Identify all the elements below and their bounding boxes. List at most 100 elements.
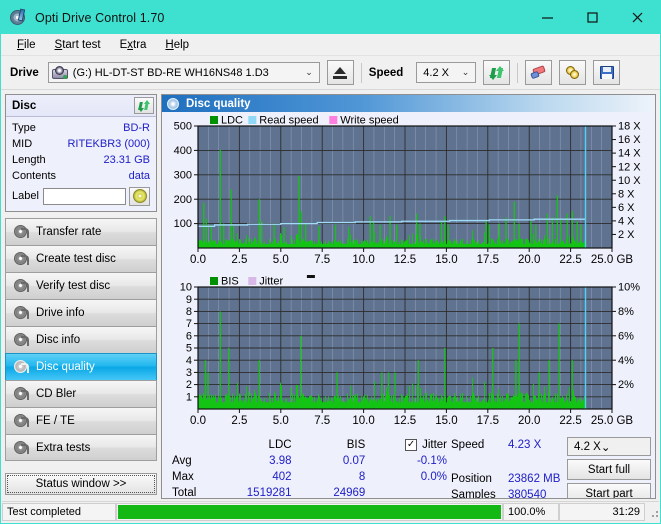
sidebar-item-label: Disc info: [36, 334, 81, 346]
stats-right: Speed 4.23 X Position 23862 MB Samples 3…: [451, 437, 651, 499]
status-bar: Test completed 100.0% 31:29: [2, 501, 659, 522]
test-speed-select[interactable]: 4.2 X ⌄: [567, 437, 651, 456]
svg-text:18 X: 18 X: [618, 121, 641, 133]
jitter-checkbox[interactable]: ✓: [405, 439, 418, 451]
settings-button[interactable]: [559, 60, 587, 85]
svg-text:7.5: 7.5: [314, 254, 330, 266]
app-window: Opti Drive Control 1.70 File Start test …: [0, 0, 661, 524]
test-speed-value: 4.2 X: [574, 440, 601, 453]
maximize-icon[interactable]: [570, 1, 615, 34]
app-icon: [10, 8, 28, 27]
save-icon: [599, 66, 614, 79]
svg-text:3: 3: [186, 367, 192, 379]
disc-label-key: Label: [12, 190, 39, 202]
status-message: Test completed: [2, 503, 116, 521]
disc-label-button[interactable]: [129, 186, 150, 206]
sidebar-item-label: FE / TE: [36, 415, 75, 427]
menu-extra[interactable]: Extra: [112, 37, 156, 53]
stats-samples-value: 380540: [508, 489, 547, 499]
svg-text:10.0: 10.0: [352, 415, 374, 427]
stats-left: LDC BIS ✓ Jitter Avg 3.98 0.07 -0.1% Max…: [166, 437, 451, 499]
sidebar-item-drive-info[interactable]: Drive info: [5, 299, 157, 326]
stats-position-value: 23862 MB: [508, 473, 561, 485]
disc-row-contents-key: Contents: [12, 170, 57, 182]
svg-text:200: 200: [174, 194, 192, 206]
svg-text:12.5: 12.5: [394, 254, 416, 266]
svg-text:25.0 GB: 25.0 GB: [591, 254, 634, 266]
drive-select[interactable]: (G:) HL-DT-ST BD-RE WH16NS48 1.D3 ⌄: [47, 62, 320, 83]
chevron-down-icon: ⌄: [305, 67, 313, 77]
eject-button[interactable]: [326, 60, 354, 85]
disc-row-length-value: 23.31 GB: [103, 154, 150, 166]
svg-text:8 X: 8 X: [618, 188, 635, 200]
disc-panel-header: Disc: [6, 95, 156, 117]
svg-text:4%: 4%: [618, 355, 634, 367]
jitter-label: Jitter: [422, 439, 447, 451]
svg-text:6: 6: [186, 330, 192, 342]
resize-grip-icon[interactable]: [647, 506, 659, 518]
bis-chart-svg: BIS Jitter 12345678910 2% 4% 6% 8% 10% 0.0 2.5 5.0…: [162, 273, 655, 431]
stats-row-avg-jitter: -0.1%: [416, 455, 447, 467]
cd-icon: [132, 189, 147, 203]
minimize-icon[interactable]: [525, 1, 570, 34]
sidebar-item-create-test-disc[interactable]: Create test disc: [5, 245, 157, 272]
menu-start-test[interactable]: Start test: [47, 37, 110, 53]
stats-row-avg-key: Avg: [172, 455, 192, 467]
sidebar-item-label: Create test disc: [36, 253, 116, 265]
svg-text:10 X: 10 X: [618, 175, 641, 187]
sidebar: Disc Type BD-R MID RITEKBR3 (000) Length…: [1, 90, 158, 499]
sidebar-item-extra-tests[interactable]: Extra tests: [5, 434, 157, 461]
disc-icon: [14, 414, 29, 428]
disc-row-contents: Contents data: [12, 168, 150, 184]
sidebar-item-verify-test-disc[interactable]: Verify test disc: [5, 272, 157, 299]
sidebar-item-fe-te[interactable]: FE / TE: [5, 407, 157, 434]
menu-help[interactable]: Help: [157, 37, 198, 53]
erase-button[interactable]: [525, 60, 553, 85]
start-full-button[interactable]: Start full: [567, 459, 651, 480]
stats-row-max-ldc: 402: [272, 471, 292, 483]
close-icon[interactable]: [615, 1, 660, 34]
save-button[interactable]: [593, 60, 621, 85]
disc-icon: [14, 387, 29, 401]
menu-file[interactable]: File: [9, 37, 45, 53]
start-part-button[interactable]: Start part: [567, 483, 651, 498]
title-bar: Opti Drive Control 1.70: [1, 1, 660, 34]
sidebar-item-disc-info[interactable]: Disc info: [5, 326, 157, 353]
svg-text:9: 9: [186, 294, 192, 306]
sidebar-item-cd-bler[interactable]: CD Bler: [5, 380, 157, 407]
stats-row-total-ldc: 1519281: [246, 487, 292, 499]
svg-text:300: 300: [174, 169, 192, 181]
svg-text:4: 4: [186, 355, 192, 367]
status-window-button[interactable]: Status window >>: [5, 473, 157, 495]
eject-icon: [333, 66, 348, 79]
stats-panel: LDC BIS ✓ Jitter Avg 3.98 0.07 -0.1% Max…: [162, 434, 655, 499]
svg-text:2%: 2%: [618, 379, 634, 391]
charts-area: LDC Read speed Write speed 100 200 300 400 500 2…: [162, 112, 655, 434]
refresh-icon: [489, 65, 505, 80]
chevron-down-icon: ⌄: [600, 441, 611, 454]
svg-text:6 X: 6 X: [618, 202, 635, 214]
refresh-button[interactable]: [483, 60, 511, 85]
svg-text:8%: 8%: [618, 306, 634, 318]
stats-spacer: [451, 453, 565, 471]
stats-actions: 4.2 X ⌄ Start full Start part: [565, 437, 651, 498]
sidebar-item-label: Disc quality: [36, 361, 95, 373]
disc-refresh-button[interactable]: [134, 97, 154, 114]
svg-text:10.0: 10.0: [352, 254, 374, 266]
stats-row-max-jitter: 0.0%: [420, 471, 447, 483]
stats-right-labels: Speed 4.23 X Position 23862 MB Samples 3…: [451, 437, 565, 499]
disc-row-type-key: Type: [12, 122, 36, 134]
drive-select-value: (G:) HL-DT-ST BD-RE WH16NS48 1.D3: [72, 66, 269, 79]
svg-text:4 X: 4 X: [618, 215, 635, 227]
disc-label-input[interactable]: [42, 187, 126, 205]
disc-info-rows: Type BD-R MID RITEKBR3 (000) Length 23.3…: [6, 117, 156, 211]
drive-label: Drive: [10, 66, 39, 79]
stats-row-total-bis: 24969: [333, 487, 366, 499]
disc-icon: [14, 440, 29, 455]
speed-select[interactable]: 4.2 X ⌄: [416, 62, 477, 83]
svg-text:500: 500: [174, 121, 192, 133]
toolbar-divider-2: [517, 62, 519, 83]
svg-text:0.0: 0.0: [190, 415, 206, 427]
sidebar-item-transfer-rate[interactable]: Transfer rate: [5, 218, 157, 245]
sidebar-item-disc-quality[interactable]: Disc quality: [5, 353, 157, 380]
